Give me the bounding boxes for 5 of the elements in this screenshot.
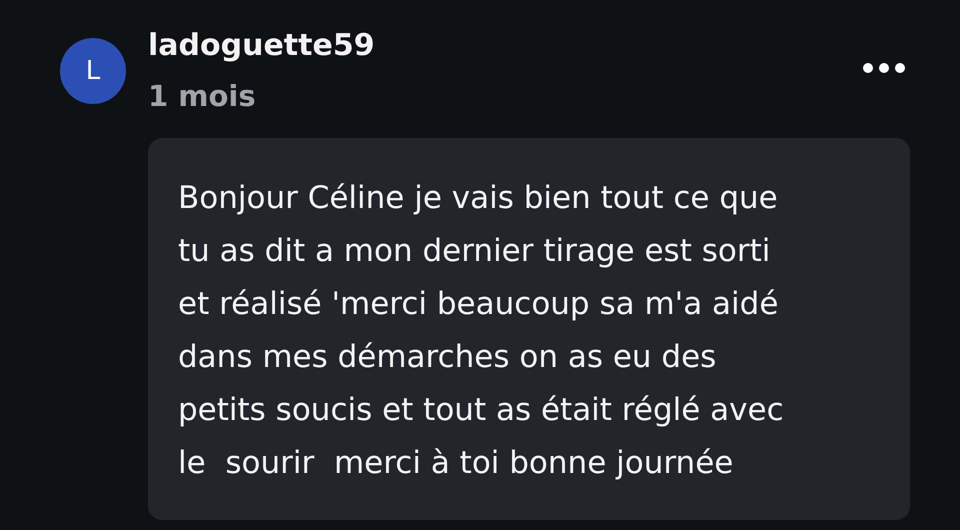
author-name: ladoguette59 xyxy=(148,27,375,65)
comment-text: Bonjour Céline je vais bien tout ce que tu as dit a mon dernier tirage est sorti et réalisé 'merci beaucoup sa m'a aidé dans mes démarches on as eu des petits soucis et tout as était réglé avec le sourir merci à toi bonne journée xyxy=(178,179,785,483)
avatar[interactable]: L xyxy=(60,38,126,104)
comment-time: 1 mois xyxy=(148,78,257,115)
more-options-icon[interactable] xyxy=(862,62,906,74)
